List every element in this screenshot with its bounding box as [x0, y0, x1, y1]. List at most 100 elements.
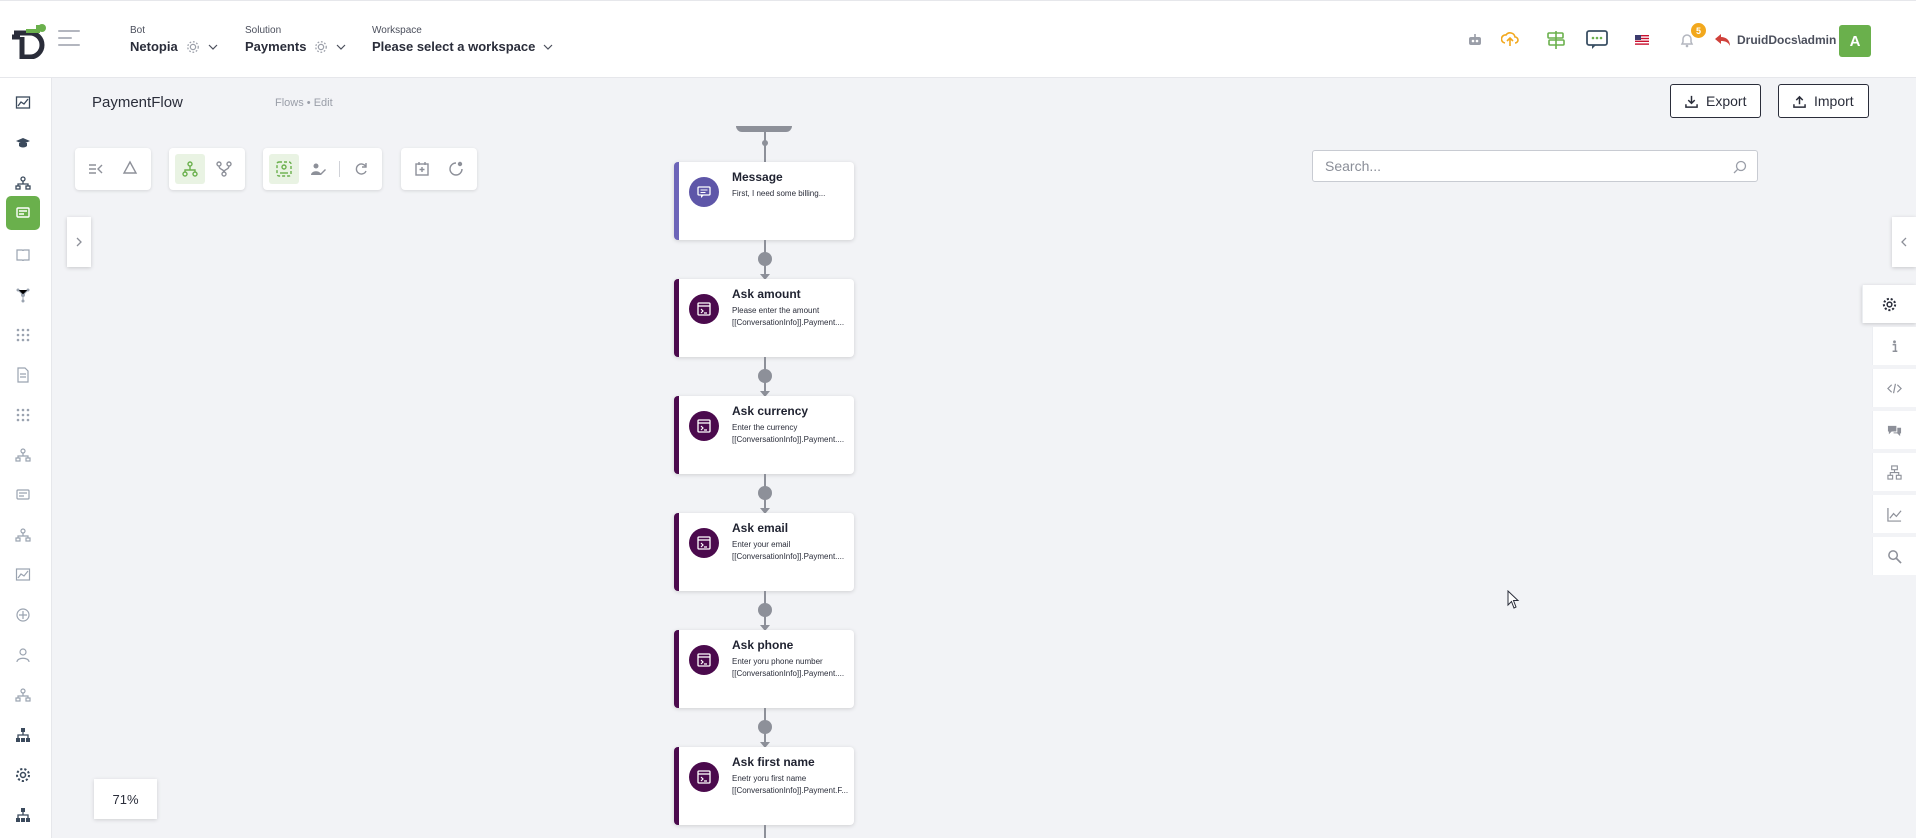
publish-upload-icon[interactable]: [1497, 27, 1523, 53]
node-text-line: [[ConversationInfo]].Payment....: [732, 435, 845, 444]
terminal-input-icon: [689, 762, 719, 792]
terminal-input-icon: [689, 411, 719, 441]
flow-connector-dot: [758, 720, 772, 734]
flow-connector-dot: [758, 603, 772, 617]
rail-entities-network-icon[interactable]: [6, 278, 40, 312]
flow-node-ask-email[interactable]: Ask email Enter your email [[Conversation…: [674, 513, 854, 591]
chevron-right-icon: [76, 237, 82, 247]
flow-node-ask-amount[interactable]: Ask amount Please enter the amount [[Conv…: [674, 279, 854, 357]
toolbar-group-view: [75, 148, 151, 190]
add-node-icon[interactable]: [407, 154, 437, 184]
page-title: PaymentFlow: [92, 94, 183, 111]
workspace-selector[interactable]: Workspace Please select a workspace: [372, 25, 553, 54]
line-chart-icon: [1887, 507, 1902, 522]
workspace-chevron-down-icon[interactable]: [543, 42, 553, 52]
node-title: Ask email: [732, 521, 789, 535]
side-tab-settings[interactable]: [1862, 285, 1916, 323]
info-icon: [1892, 339, 1898, 352]
rail-org-icon[interactable]: [6, 518, 40, 552]
flow-connector: [764, 825, 766, 838]
flow-connector-dot: [758, 486, 772, 500]
robot-icon[interactable]: [1462, 27, 1488, 53]
bot-value: Netopia: [130, 39, 178, 54]
select-nodes-icon[interactable]: [269, 154, 299, 184]
flow-node-ask-currency[interactable]: Ask currency Enter the currency [[Convers…: [674, 396, 854, 474]
bot-settings-gear-icon[interactable]: [186, 40, 200, 54]
refresh-icon[interactable]: [346, 154, 376, 184]
right-panel-toggle[interactable]: [1892, 217, 1916, 267]
rail-apps-grid-icon[interactable]: [6, 318, 40, 352]
zoom-level-indicator[interactable]: 71%: [94, 779, 157, 819]
rail-structure-icon[interactable]: [6, 678, 40, 712]
user-name[interactable]: DruidDocs\admin: [1737, 33, 1836, 47]
search-icon[interactable]: [1733, 160, 1747, 174]
rail-connectors-grid-icon[interactable]: [6, 398, 40, 432]
user-avatar[interactable]: A: [1839, 25, 1871, 57]
rail-admin-hierarchy-icon[interactable]: [6, 798, 40, 832]
breadcrumb[interactable]: Flows • Edit: [275, 97, 333, 109]
flow-node-message[interactable]: Message First, I need some billing...: [674, 162, 854, 240]
rail-knowledge-book-icon[interactable]: [6, 238, 40, 272]
druid-logo-icon[interactable]: [10, 23, 48, 59]
node-title: Ask currency: [732, 404, 809, 418]
rail-flows-active-icon[interactable]: [6, 196, 40, 230]
node-title: Ask first name: [732, 755, 815, 769]
rail-analytics-chart-icon[interactable]: [6, 558, 40, 592]
node-text-line: [[ConversationInfo]].Payment....: [732, 669, 845, 678]
reset-icon[interactable]: [441, 154, 471, 184]
flow-node-ask-first-name[interactable]: Ask first name Enetr yoru first name [[Co…: [674, 747, 854, 825]
message-chat-icon: [689, 177, 719, 207]
recycle-icon[interactable]: [115, 154, 145, 184]
rail-dashboard-chart-icon[interactable]: [6, 86, 40, 120]
search-input[interactable]: [1313, 151, 1713, 181]
rail-training-graduation-cap-icon[interactable]: [6, 126, 40, 160]
solution-settings-gear-icon[interactable]: [314, 40, 328, 54]
export-button[interactable]: Export: [1670, 84, 1762, 118]
solution-chevron-down-icon[interactable]: [336, 42, 346, 52]
rail-sitemap-icon[interactable]: [6, 718, 40, 752]
notifications-bell-icon[interactable]: 5: [1674, 23, 1706, 53]
side-tab-analytics[interactable]: [1872, 495, 1916, 533]
terminal-input-icon: [689, 645, 719, 675]
chat-bubbles-icon: [1887, 425, 1902, 436]
side-tab-flow-structure[interactable]: [1872, 453, 1916, 491]
mouse-cursor-icon: [1507, 590, 1520, 609]
notification-count-badge: 5: [1691, 23, 1706, 38]
side-tab-conversation[interactable]: [1872, 411, 1916, 449]
menu-toggle-icon[interactable]: [58, 30, 80, 46]
signpost-icon[interactable]: [1543, 27, 1569, 53]
top-header: Bot Netopia Solution Payments Workspace …: [0, 0, 1916, 78]
workspace-value: Please select a workspace: [372, 39, 536, 54]
language-flag-icon[interactable]: [1629, 27, 1655, 53]
solution-selector[interactable]: Solution Payments: [245, 25, 346, 54]
rail-hierarchy-icon[interactable]: [6, 438, 40, 472]
rail-forms-icon[interactable]: [6, 478, 40, 512]
rail-users-icon[interactable]: [6, 638, 40, 672]
bot-chevron-down-icon[interactable]: [208, 42, 218, 52]
solution-label: Solution: [245, 25, 282, 36]
download-icon: [1685, 95, 1698, 108]
collapse-panel-icon[interactable]: [81, 154, 111, 184]
branch-layout-icon[interactable]: [209, 154, 239, 184]
flow-node-ask-phone[interactable]: Ask phone Enter yoru phone number [[Conve…: [674, 630, 854, 708]
vertical-layout-icon[interactable]: [175, 154, 205, 184]
bot-label: Bot: [130, 25, 146, 36]
chat-preview-icon[interactable]: [1584, 27, 1610, 53]
import-button[interactable]: Import: [1778, 84, 1869, 118]
edit-nodes-icon[interactable]: [303, 154, 333, 184]
rail-integrations-icon[interactable]: [6, 598, 40, 632]
node-text-line: [[ConversationInfo]].Payment.F...: [732, 786, 849, 795]
flow-connector: [764, 132, 766, 162]
rail-flows-hierarchy-icon[interactable]: [6, 166, 40, 200]
side-tab-code[interactable]: [1872, 369, 1916, 407]
rail-settings-gear-icon[interactable]: [6, 758, 40, 792]
bot-selector[interactable]: Bot Netopia: [130, 25, 218, 54]
node-text-line: Enetr yoru first name: [732, 774, 807, 783]
logout-back-arrow-icon[interactable]: [1710, 27, 1736, 53]
left-panel-toggle[interactable]: [67, 217, 91, 267]
side-tab-info[interactable]: [1872, 327, 1916, 365]
node-title: Message: [732, 170, 783, 184]
rail-documents-icon[interactable]: [6, 358, 40, 392]
page-title-bar: PaymentFlow Flows • Edit Export Import: [67, 78, 1916, 126]
side-tab-search[interactable]: [1872, 537, 1916, 575]
